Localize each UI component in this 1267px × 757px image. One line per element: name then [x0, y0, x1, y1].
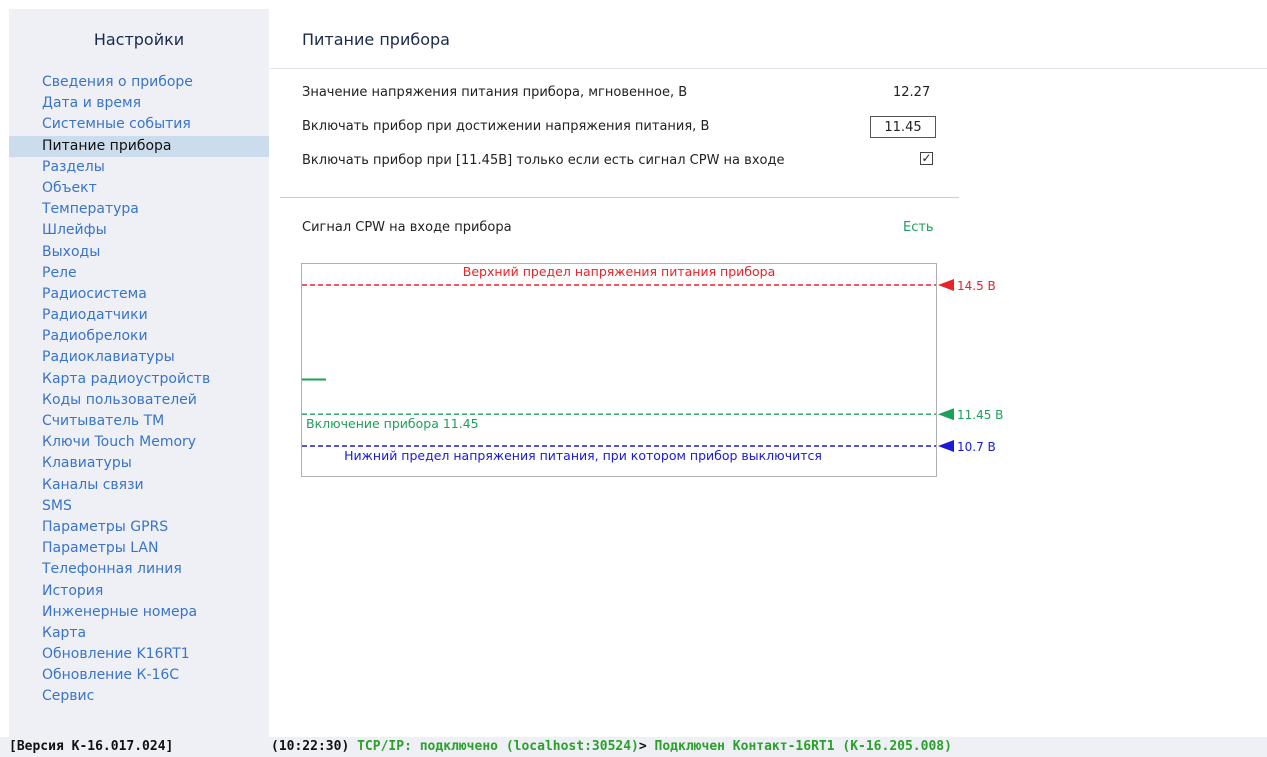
version-text: [Версия К-16.017.024]: [9, 739, 174, 754]
sidebar-item[interactable]: Обновление K16RT1: [9, 644, 269, 665]
threshold-marker-label: 11.45 В: [957, 408, 1003, 422]
threshold-marker-label: 10.7 В: [957, 440, 996, 454]
threshold-label: Нижний предел напряжения питания, при ко…: [344, 448, 822, 463]
threshold-marker-icon: [938, 440, 954, 452]
sidebar-item[interactable]: Сервис: [9, 686, 269, 707]
sidebar-item[interactable]: Инженерные номера: [9, 602, 269, 623]
threshold-marker-label: 14.5 В: [957, 279, 996, 293]
sidebar-item[interactable]: Карта: [9, 623, 269, 644]
sidebar-item[interactable]: Обновление К-16С: [9, 665, 269, 686]
connection-status: (10:22:30) TCP/IP: подключено (localhost…: [271, 737, 952, 757]
status-bar: [Версия К-16.017.024] (10:22:30) TCP/IP:…: [0, 737, 1267, 757]
threshold-marker-icon: [938, 408, 954, 421]
voltage-chart: Верхний предел напряжения питания прибор…: [302, 264, 1003, 463]
sidebar-item[interactable]: Телефонная линия: [9, 559, 269, 580]
device-status: Подключен Контакт-16RT1 (К-16.205.008): [654, 739, 952, 754]
status-arrow: >: [638, 739, 647, 754]
sidebar-item[interactable]: История: [9, 581, 269, 602]
status-time: (10:22:30): [271, 739, 350, 754]
sidebar-item[interactable]: Параметры GPRS: [9, 517, 269, 538]
threshold-label: Включение прибора 11.45: [306, 416, 479, 431]
threshold-marker-icon: [938, 279, 954, 291]
tcp-status: TCP/IP: подключено (localhost:30524): [357, 739, 639, 754]
threshold-label: Верхний предел напряжения питания прибор…: [463, 264, 776, 279]
sidebar-item[interactable]: Параметры LAN: [9, 538, 269, 559]
